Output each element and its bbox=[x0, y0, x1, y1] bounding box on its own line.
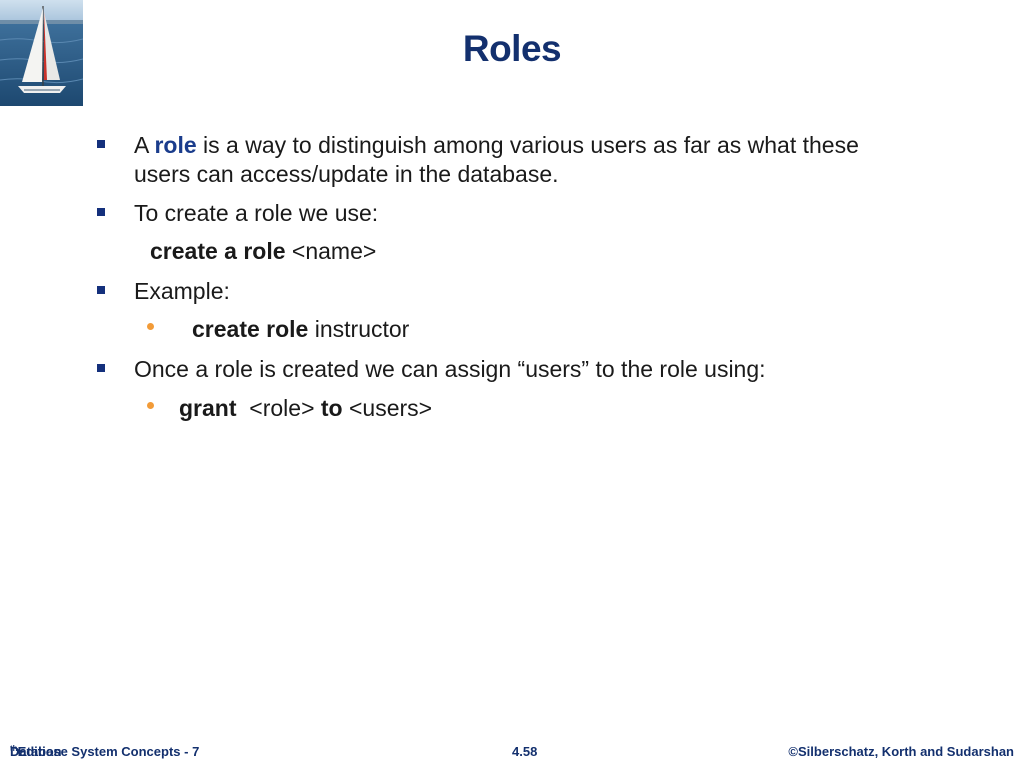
bullet-2-code-bold: create a role bbox=[150, 238, 286, 264]
bullet-square bbox=[97, 364, 105, 372]
bullet-4-sub-rest: <users> bbox=[342, 395, 433, 421]
bullet-4-sub-bold-to: to bbox=[320, 395, 343, 421]
bullet-1-text-a: A bbox=[134, 132, 155, 158]
bullet-3-sub-rest: instructor bbox=[308, 316, 410, 342]
bullet-2-code: create a role <name> bbox=[150, 236, 376, 266]
bullet-3-sub-bold: create role bbox=[192, 316, 309, 342]
sub-bullet-dot bbox=[147, 323, 154, 330]
bullet-square bbox=[97, 208, 105, 216]
bullet-4-text: Once a role is created we can assign “us… bbox=[134, 356, 766, 382]
bullet-3-sub: create role instructor bbox=[192, 314, 409, 344]
bullet-2-text: To create a role we use: bbox=[134, 200, 379, 226]
sub-bullet-dot bbox=[147, 402, 154, 409]
bullet-1-keyword: role bbox=[154, 132, 197, 158]
slide-title: Roles bbox=[462, 28, 562, 69]
bullet-1-text-b: is a way to distinguish among various us… bbox=[196, 132, 859, 158]
bullet-square bbox=[97, 140, 105, 148]
footer-left: Database System Concepts - 7th Edition bbox=[10, 744, 199, 759]
bullet-2-code-rest: <name> bbox=[285, 238, 377, 264]
bullet-square bbox=[97, 286, 105, 294]
footer-page-number: 4.58 bbox=[512, 744, 538, 759]
bullet-1-line-2: users can access/update in the database. bbox=[134, 161, 559, 187]
footer-left-post: Edition bbox=[17, 744, 62, 759]
bullet-4-sub-mid: <role> bbox=[236, 395, 321, 421]
bullet-3-text: Example: bbox=[134, 278, 230, 304]
footer-copyright: ©Silberschatz, Korth and Sudarshan bbox=[788, 744, 1014, 759]
bullet-4-sub-bold-grant: grant bbox=[179, 395, 237, 421]
bullet-1-line-1: A role is a way to distinguish among var… bbox=[134, 130, 859, 160]
bullet-4-sub: grant <role> to <users> bbox=[179, 393, 432, 423]
slide-footer: Database System Concepts - 7th Edition 4… bbox=[0, 744, 1024, 764]
